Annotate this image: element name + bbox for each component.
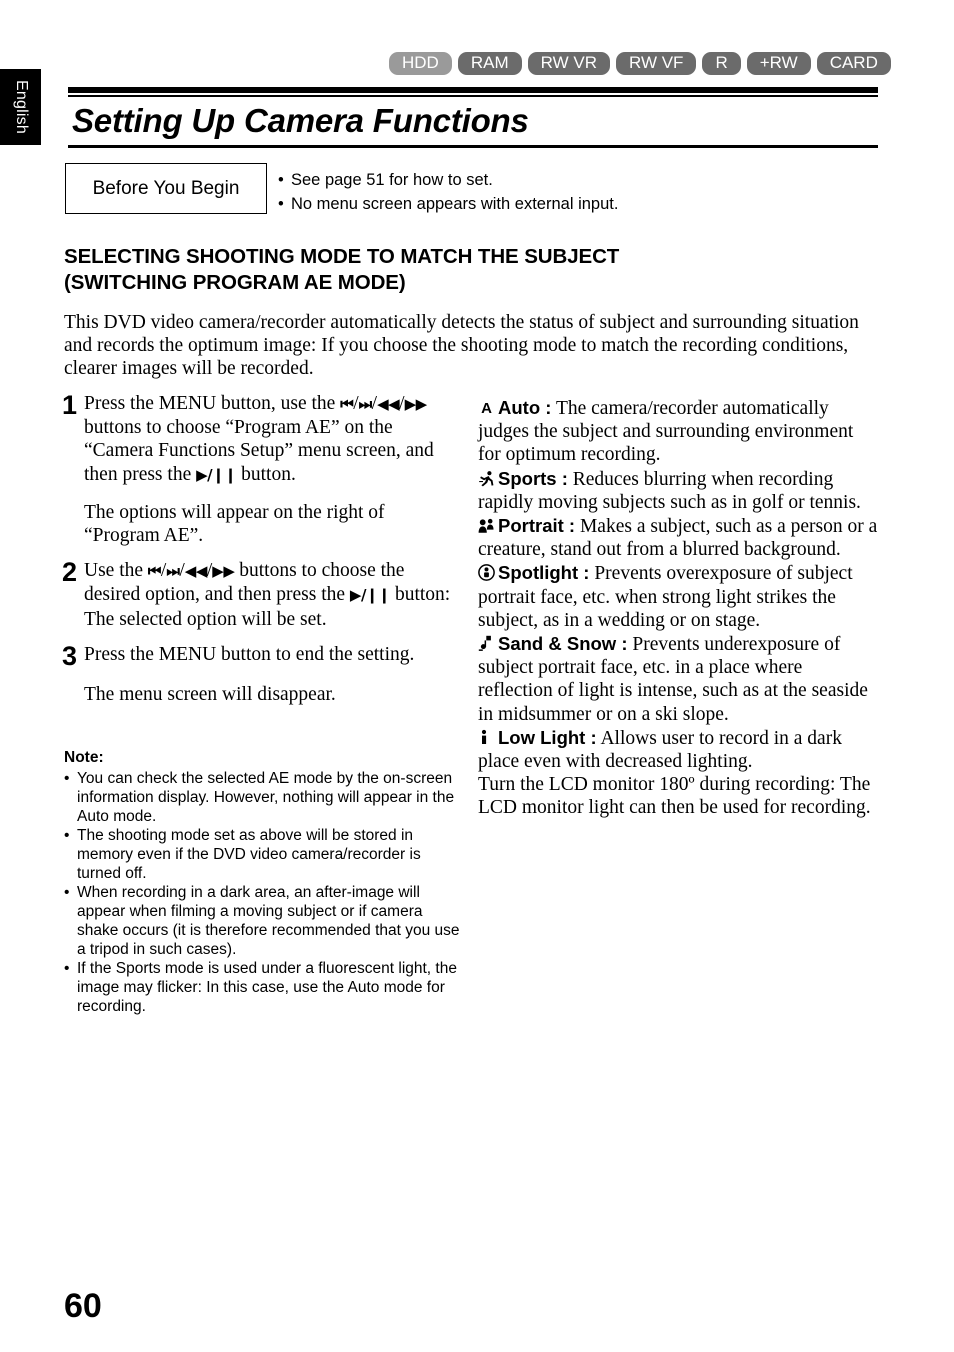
skip-back-button-icon: ⏮ xyxy=(147,562,162,581)
media-badge-r: R xyxy=(702,52,741,75)
low-light-icon xyxy=(478,729,495,746)
spotlight-icon xyxy=(478,564,495,582)
ae-mode-low-light: Low Light : Allows user to record in a d… xyxy=(478,726,878,773)
step-2: 2 Use the ⏮/⏭/◀◀/▶▶ buttons to choose the… xyxy=(62,559,462,643)
ae-mode-name: Spotlight : xyxy=(498,562,590,584)
language-side-tab: English xyxy=(0,69,41,145)
play-pause-button-icon: ▶/❙❙ xyxy=(196,465,237,484)
ae-mode-sports: Sports : Reduces blurring when recording… xyxy=(478,467,878,514)
ae-mode-portrait: Portrait : Makes a subject, such as a pe… xyxy=(478,514,878,561)
note-item-text: If the Sports mode is used under a fluor… xyxy=(77,960,457,1015)
step-number: 2 xyxy=(62,557,78,588)
before-you-begin-list: • See page 51 for how to set. • No menu scr… xyxy=(278,163,618,216)
step-text: Press the MENU button, use the ⏮/⏭/◀◀/▶▶… xyxy=(84,392,462,487)
media-badge-ram: RAM xyxy=(457,52,522,75)
note-item-text: You can check the selected AE mode by th… xyxy=(77,770,455,825)
page-number: 60 xyxy=(64,1287,102,1325)
before-you-begin: Before You Begin • See page 51 for how to… xyxy=(65,163,618,216)
note-title: Note: xyxy=(64,749,104,766)
ae-mode-name: Portrait : xyxy=(498,515,576,537)
step-text-part: Use the xyxy=(84,560,148,582)
bullet-icon: • xyxy=(64,827,70,844)
skip-forward-button-icon: ⏭ xyxy=(358,395,373,413)
steps-column: 1 Press the MENU button, use the ⏮/⏭/◀◀/▶… xyxy=(62,392,462,718)
note-item: • The shooting mode set as above will be … xyxy=(64,826,464,883)
fast-forward-button-icon: ▶▶ xyxy=(404,395,428,413)
media-badge--rw: +RW xyxy=(746,52,811,75)
ae-modes-tail-paragraph: Turn the LCD monitor 180º during recordi… xyxy=(478,774,871,819)
title-rule-top xyxy=(68,87,878,93)
bullet-icon: • xyxy=(64,884,70,901)
ae-mode-auto: A Auto : The camera/recorder automaticall… xyxy=(478,396,878,467)
section-intro-paragraph: This DVD video camera/recorder automatic… xyxy=(64,312,859,379)
title-rule-bottom xyxy=(68,145,878,148)
step-sub-paragraph: The options will appear on the right of … xyxy=(84,501,385,547)
media-badge-card: CARD xyxy=(816,52,891,75)
svg-text:A: A xyxy=(481,400,492,416)
before-you-begin-label: Before You Begin xyxy=(92,177,240,199)
step-text: Press the MENU button to end the setting… xyxy=(84,643,462,666)
note-item: • You can check the selected AE mode by t… xyxy=(64,769,464,826)
step-number: 3 xyxy=(62,640,78,671)
before-you-begin-box: Before You Begin xyxy=(65,163,267,214)
section-heading-line-1: SELECTING SHOOTING MODE TO MATCH THE SUB… xyxy=(64,245,620,268)
section-heading-line-2: (SWITCHING PROGRAM AE MODE) xyxy=(64,271,406,294)
title-block: Setting Up Camera Functions xyxy=(68,87,878,148)
step-3: 3 Press the MENU button to end the settin… xyxy=(62,640,462,706)
skip-back-button-icon: ⏮ xyxy=(340,395,354,413)
step-text: Use the ⏮/⏭/◀◀/▶▶ buttons to choose the … xyxy=(84,559,462,631)
note-block: Note: • You can check the selected AE mod… xyxy=(64,748,464,1016)
bullet-icon: • xyxy=(64,770,70,787)
bullet-icon: • xyxy=(64,960,70,977)
before-you-begin-item-text: See page 51 for how to set. xyxy=(291,171,493,189)
portrait-people-icon xyxy=(478,517,495,534)
note-item-text: The shooting mode set as above will be s… xyxy=(77,827,421,882)
before-you-begin-item: • No menu screen appears with external in… xyxy=(278,192,618,216)
step-spacer xyxy=(62,633,462,643)
step-text-part: button. xyxy=(236,463,296,485)
ae-mode-name: Low Light : xyxy=(498,726,597,748)
ae-mode-name: Sand & Snow : xyxy=(498,633,628,655)
section-heading: SELECTING SHOOTING MODE TO MATCH THE SUB… xyxy=(64,244,764,296)
fast-forward-button-icon: ▶▶ xyxy=(212,562,235,581)
media-badge-rw-vr: RW VR xyxy=(527,52,610,75)
sand-snow-icon xyxy=(478,635,495,652)
media-badge-row: HDD RAM RW VR RW VF R +RW CARD xyxy=(389,52,891,75)
step-text-part: Press the MENU button to end the setting… xyxy=(84,643,415,665)
sports-runner-icon xyxy=(478,470,495,487)
play-pause-button-icon: ▶/❙❙ xyxy=(349,586,391,605)
bullet-icon: • xyxy=(278,171,284,189)
ae-mode-name: Sports : xyxy=(498,467,568,489)
media-badge-rw-vf: RW VF xyxy=(615,52,697,75)
ae-modes-column: A Auto : The camera/recorder automaticall… xyxy=(478,396,878,820)
auto-a-icon: A xyxy=(478,399,495,416)
media-badge-hdd: HDD xyxy=(389,52,452,75)
skip-forward-button-icon: ⏭ xyxy=(166,562,180,581)
note-item-text: When recording in a dark area, an after-… xyxy=(77,884,460,958)
note-item: • When recording in a dark area, an after… xyxy=(64,883,464,959)
before-you-begin-item-text: No menu screen appears with external inp… xyxy=(291,195,619,213)
rewind-button-icon: ◀◀ xyxy=(377,395,400,413)
note-item: • If the Sports mode is used under a fluo… xyxy=(64,959,464,1016)
step-number: 1 xyxy=(62,390,78,420)
before-you-begin-item: • See page 51 for how to set. xyxy=(278,168,618,192)
ae-mode-spotlight: Spotlight : Prevents overexposure of sub… xyxy=(478,561,878,632)
ae-mode-name: Auto : xyxy=(498,397,552,418)
step-1: 1 Press the MENU button, use the ⏮/⏭/◀◀/▶… xyxy=(62,392,462,547)
note-list: • You can check the selected AE mode by t… xyxy=(64,769,464,1016)
page-title: Setting Up Camera Functions xyxy=(72,102,529,139)
step-text-part: Press the MENU button, use the xyxy=(84,393,341,414)
ae-mode-sand-snow: Sand & Snow : Prevents underexposure of … xyxy=(478,632,878,726)
step-sub-paragraph: The menu screen will disappear. xyxy=(84,683,336,705)
bullet-icon: • xyxy=(278,195,284,213)
language-side-tab-label: English xyxy=(12,80,30,134)
rewind-button-icon: ◀◀ xyxy=(184,562,208,581)
